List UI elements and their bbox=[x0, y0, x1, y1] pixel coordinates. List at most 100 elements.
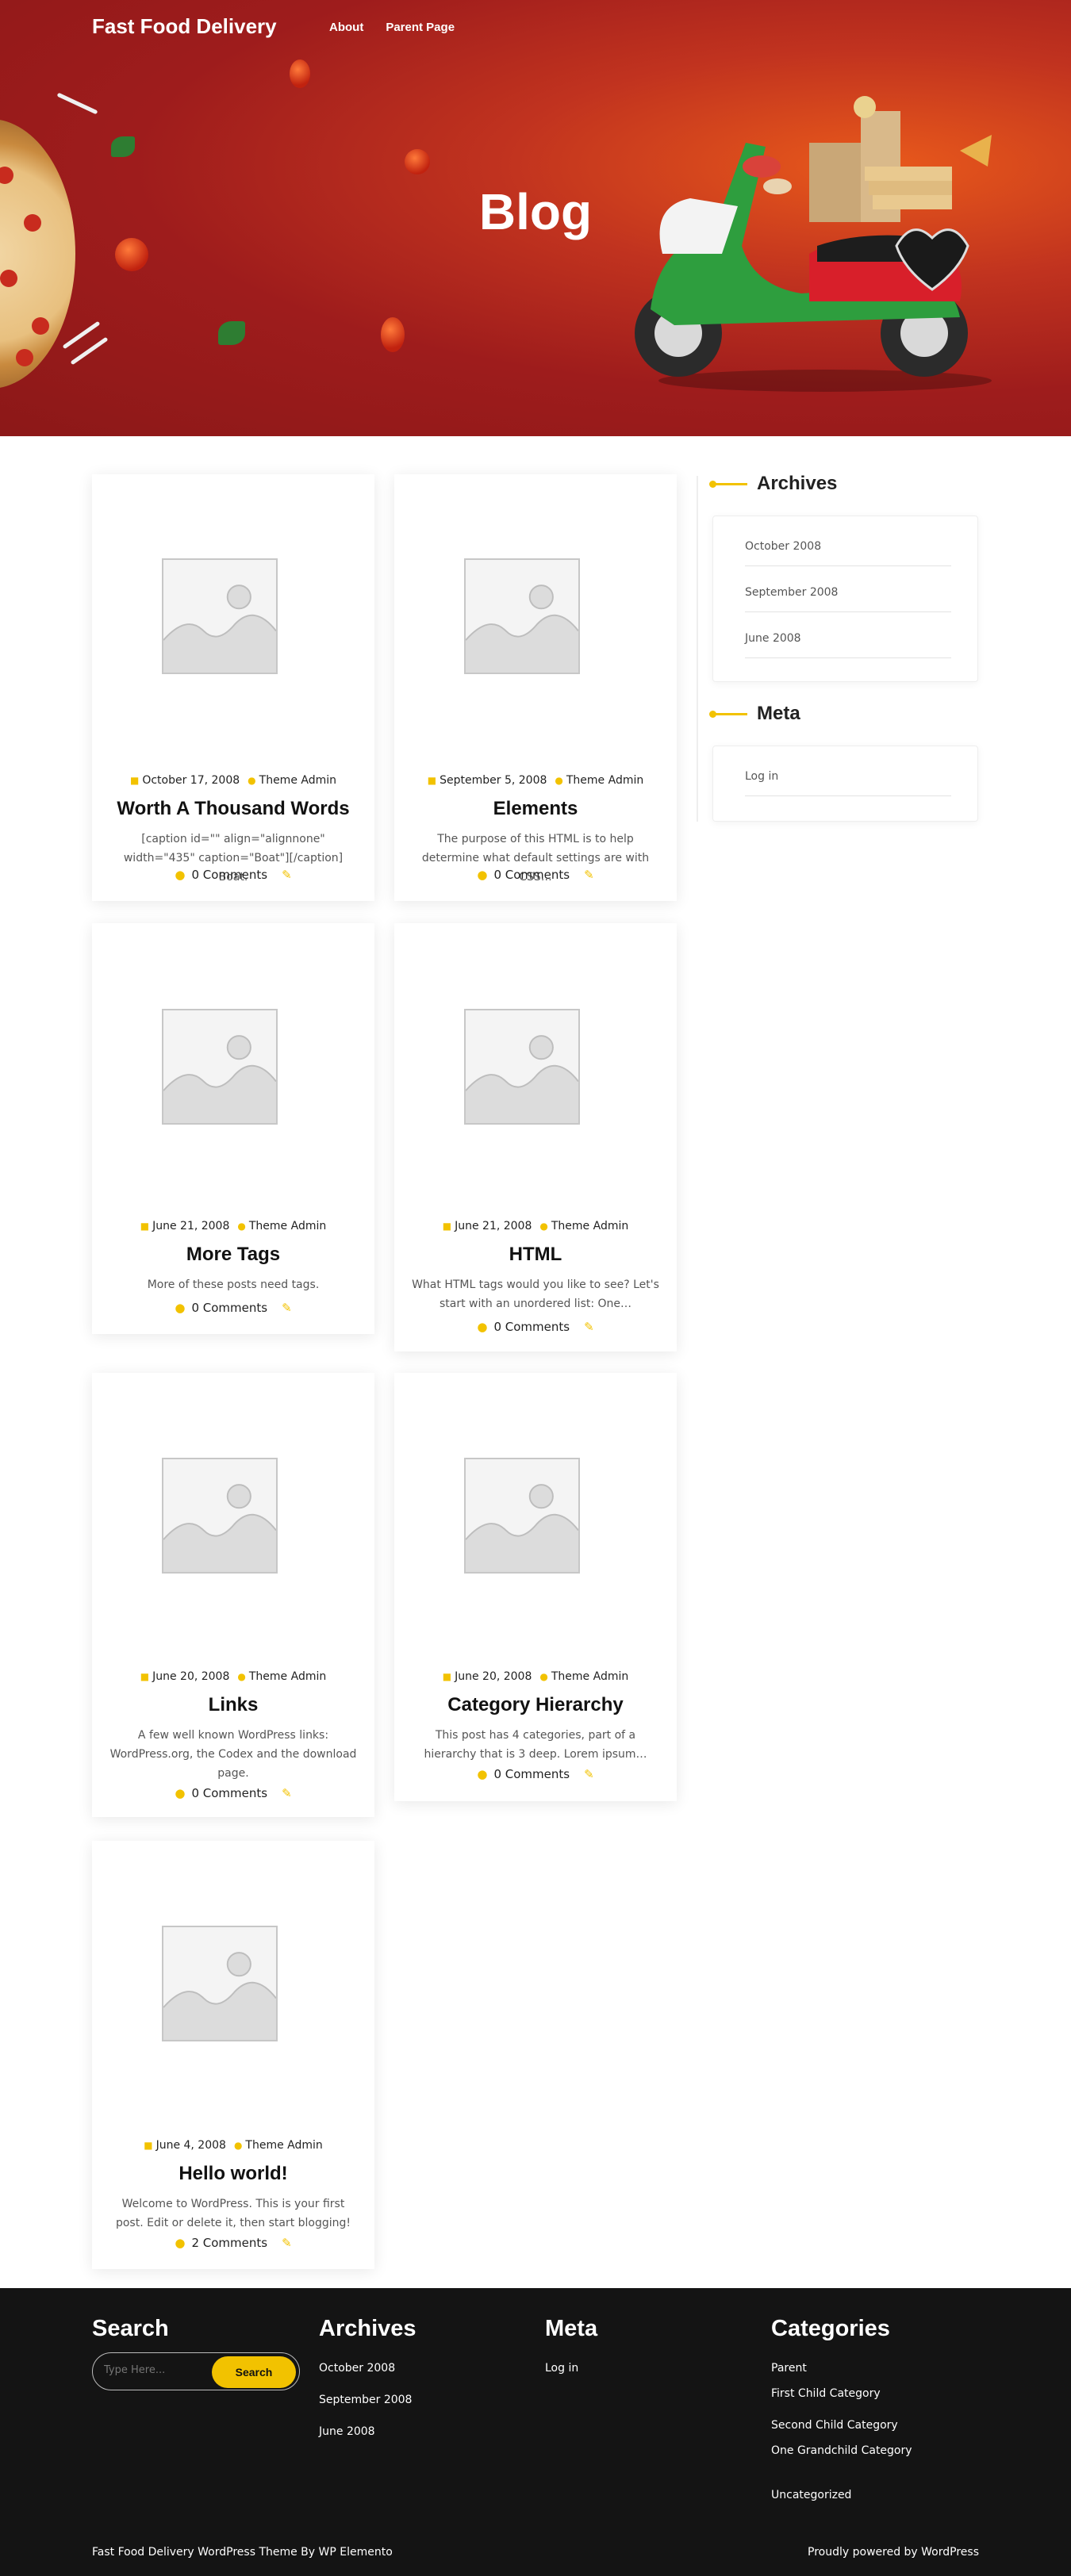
archive-link-june-2008[interactable]: June 2008 bbox=[745, 632, 951, 658]
post-date[interactable]: September 5, 2008 bbox=[440, 774, 547, 787]
search-input[interactable] bbox=[104, 2364, 207, 2376]
comments-icon: ● bbox=[477, 868, 488, 882]
post-card: ■ June 21, 2008 ● Theme Admin More Tags More … bbox=[92, 923, 374, 1334]
post-author[interactable]: Theme Admin bbox=[245, 2139, 322, 2152]
footer-archive-link[interactable]: October 2008 bbox=[319, 2362, 395, 2375]
hero-banner: Fast Food Delivery About Parent Page Blo… bbox=[0, 0, 1071, 436]
footer-powered-by[interactable]: Proudly powered by WordPress bbox=[808, 2546, 979, 2559]
footer-category-link[interactable]: Uncategorized bbox=[771, 2489, 851, 2501]
archives-widget-title: Archives bbox=[709, 473, 837, 495]
post-author[interactable]: Theme Admin bbox=[566, 774, 643, 787]
heading-accent-icon bbox=[709, 711, 747, 719]
footer-archive-link[interactable]: June 2008 bbox=[319, 2425, 375, 2438]
user-icon: ● bbox=[248, 775, 256, 786]
meta-widget: Log in bbox=[712, 746, 978, 822]
edit-icon[interactable]: ✎ bbox=[584, 1320, 594, 1334]
footer-archives-title: Archives bbox=[319, 2316, 416, 2341]
post-author[interactable]: Theme Admin bbox=[551, 1220, 628, 1232]
edit-icon[interactable]: ✎ bbox=[584, 1767, 594, 1781]
post-date[interactable]: June 20, 2008 bbox=[455, 1670, 532, 1683]
post-comments: ● 0 Comments ✎ bbox=[394, 868, 677, 882]
edit-icon[interactable]: ✎ bbox=[584, 868, 594, 882]
edit-icon[interactable]: ✎ bbox=[282, 868, 292, 882]
user-icon: ● bbox=[555, 775, 563, 786]
post-title[interactable]: Hello world! bbox=[92, 2163, 374, 2185]
meta-link-log-in[interactable]: Log in bbox=[745, 770, 951, 796]
search-button[interactable]: Search bbox=[212, 2356, 296, 2388]
edit-icon[interactable]: ✎ bbox=[282, 1301, 292, 1315]
nav-item-parent-page[interactable]: Parent Page bbox=[386, 21, 455, 34]
post-date[interactable]: October 17, 2008 bbox=[142, 774, 240, 787]
comments-link[interactable]: 0 Comments bbox=[493, 1320, 570, 1334]
post-thumbnail-icon[interactable] bbox=[464, 1458, 580, 1574]
footer-category-link[interactable]: Second Child Category bbox=[771, 2419, 898, 2432]
post-excerpt: This post has 4 categories, part of a hi… bbox=[424, 1729, 647, 1761]
calendar-icon: ■ bbox=[427, 775, 437, 786]
post-excerpt: Welcome to WordPress. This is your first… bbox=[115, 2198, 351, 2229]
post-comments: ● 0 Comments ✎ bbox=[92, 1786, 374, 1800]
tomato-illustration bbox=[115, 238, 148, 271]
footer-category-link[interactable]: Parent bbox=[771, 2362, 807, 2375]
footer-category-link[interactable]: First Child Category bbox=[771, 2387, 881, 2400]
post-meta: ■ June 20, 2008 ● Theme Admin bbox=[394, 1670, 677, 1683]
comments-icon: ● bbox=[477, 1320, 488, 1334]
comments-link[interactable]: 0 Comments bbox=[493, 1767, 570, 1781]
post-title[interactable]: Category Hierarchy bbox=[394, 1694, 677, 1716]
comments-icon: ● bbox=[175, 1786, 186, 1800]
comments-icon: ● bbox=[477, 1767, 488, 1781]
post-author[interactable]: Theme Admin bbox=[551, 1670, 628, 1683]
main-nav: About Parent Page bbox=[329, 21, 455, 34]
archive-link-september-2008[interactable]: September 2008 bbox=[745, 586, 951, 612]
post-date[interactable]: June 4, 2008 bbox=[156, 2139, 226, 2152]
post-title[interactable]: HTML bbox=[394, 1244, 677, 1266]
comments-link[interactable]: 0 Comments bbox=[191, 868, 267, 882]
user-icon: ● bbox=[233, 2140, 243, 2151]
post-meta: ■ September 5, 2008 ● Theme Admin bbox=[394, 774, 677, 787]
comments-link[interactable]: 0 Comments bbox=[493, 868, 570, 882]
post-title[interactable]: Worth A Thousand Words bbox=[92, 798, 374, 820]
post-thumbnail-icon[interactable] bbox=[162, 558, 278, 674]
post-comments: ● 0 Comments ✎ bbox=[92, 868, 374, 882]
footer-category-link[interactable]: One Grandchild Category bbox=[771, 2444, 912, 2457]
calendar-icon: ■ bbox=[144, 2140, 153, 2151]
nav-item-about[interactable]: About bbox=[329, 21, 363, 34]
footer-categories-title: Categories bbox=[771, 2316, 890, 2341]
post-author[interactable]: Theme Admin bbox=[249, 1670, 326, 1683]
post-author[interactable]: Theme Admin bbox=[249, 1220, 326, 1232]
post-date[interactable]: June 20, 2008 bbox=[152, 1670, 229, 1683]
sidebar-divider bbox=[697, 476, 698, 822]
archive-link-october-2008[interactable]: October 2008 bbox=[745, 540, 951, 566]
footer-theme-credit[interactable]: Fast Food Delivery WordPress Theme By WP… bbox=[92, 2546, 393, 2559]
post-thumbnail-icon[interactable] bbox=[162, 1926, 278, 2041]
post-thumbnail-icon[interactable] bbox=[464, 558, 580, 674]
post-meta: ■ June 20, 2008 ● Theme Admin bbox=[92, 1670, 374, 1683]
post-comments: ● 0 Comments ✎ bbox=[394, 1767, 677, 1781]
post-meta: ■ October 17, 2008 ● Theme Admin bbox=[92, 774, 374, 787]
post-thumbnail-icon[interactable] bbox=[162, 1458, 278, 1574]
footer-meta-link-log-in[interactable]: Log in bbox=[545, 2362, 578, 2375]
post-card: ■ June 4, 2008 ● Theme Admin Hello world! Wel… bbox=[92, 1841, 374, 2269]
footer-search-title: Search bbox=[92, 2316, 169, 2341]
user-icon: ● bbox=[237, 1671, 246, 1682]
edit-icon[interactable]: ✎ bbox=[282, 1786, 292, 1800]
post-title[interactable]: More Tags bbox=[92, 1244, 374, 1266]
comments-icon: ● bbox=[175, 1301, 186, 1315]
post-date[interactable]: June 21, 2008 bbox=[152, 1220, 229, 1232]
edit-icon[interactable]: ✎ bbox=[282, 2236, 292, 2250]
post-author[interactable]: Theme Admin bbox=[259, 774, 336, 787]
calendar-icon: ■ bbox=[442, 1221, 452, 1232]
page-title: Blog bbox=[478, 183, 593, 240]
comments-link[interactable]: 2 Comments bbox=[191, 2236, 267, 2250]
post-date[interactable]: June 21, 2008 bbox=[455, 1220, 532, 1232]
calendar-icon: ■ bbox=[129, 775, 140, 786]
post-title[interactable]: Elements bbox=[394, 798, 677, 820]
heading-accent-icon bbox=[709, 481, 747, 489]
footer-archive-link[interactable]: September 2008 bbox=[319, 2394, 412, 2406]
comments-link[interactable]: 0 Comments bbox=[191, 1301, 267, 1315]
post-thumbnail-icon[interactable] bbox=[162, 1009, 278, 1125]
site-title[interactable]: Fast Food Delivery bbox=[92, 14, 277, 39]
post-title[interactable]: Links bbox=[92, 1694, 374, 1716]
user-icon: ● bbox=[237, 1221, 246, 1232]
post-thumbnail-icon[interactable] bbox=[464, 1009, 580, 1125]
comments-link[interactable]: 0 Comments bbox=[191, 1786, 267, 1800]
